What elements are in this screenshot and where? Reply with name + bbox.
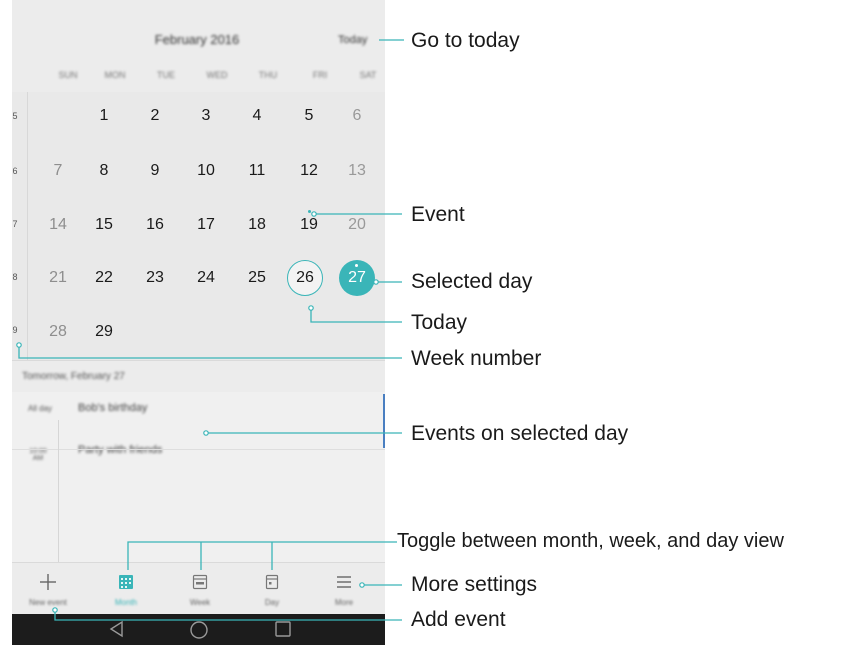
callout-selected-day: Selected day — [411, 270, 533, 293]
callout-more-settings: More settings — [411, 573, 538, 596]
callout-event: Event — [411, 203, 465, 226]
callout-toggle-views: Toggle between month, week, and day view — [397, 530, 784, 552]
callout-today: Today — [411, 311, 468, 334]
callout-week-number: Week number — [411, 347, 542, 370]
callout-events-on-selected-day: Events on selected day — [411, 422, 629, 445]
callout-go-to-today: Go to today — [411, 29, 520, 52]
callout-add-event: Add event — [411, 608, 506, 631]
